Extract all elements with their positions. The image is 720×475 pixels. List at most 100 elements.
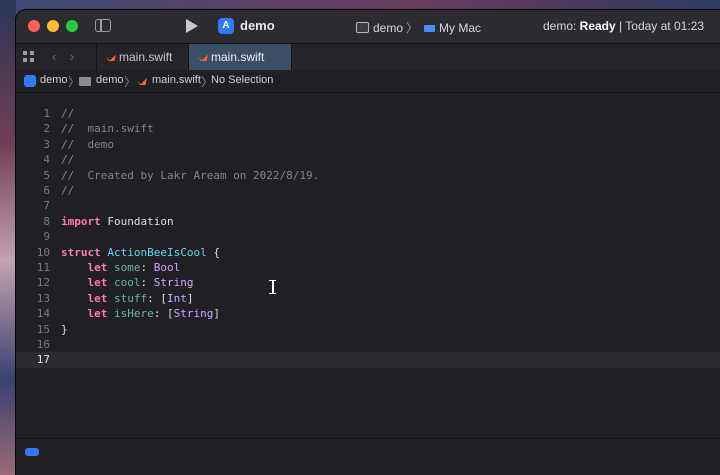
code-token: ] — [213, 307, 220, 321]
related-items-grid-icon[interactable] — [23, 51, 34, 62]
debug-bar — [16, 438, 720, 475]
code-text: let stuff: [Int] — [61, 291, 194, 306]
line-number: 3 — [43, 137, 50, 151]
code-line[interactable]: 5 // Created by Lakr Aream on 2022/8/19. — [16, 168, 720, 183]
code-line[interactable]: 3 // demo — [16, 137, 720, 152]
code-text: // — [61, 106, 74, 121]
code-text: // Created by Lakr Aream on 2022/8/19. — [61, 168, 319, 183]
run-button[interactable] — [186, 19, 198, 33]
code-line[interactable]: 13 let stuff: [Int] — [16, 291, 720, 306]
code-token: // demo — [61, 137, 114, 151]
code-line[interactable]: 17 — [16, 352, 720, 368]
line-number: 13 — [36, 291, 50, 305]
code-text: let cool: String — [61, 275, 194, 290]
tab-label: main.swift — [119, 50, 173, 64]
navigate-back-icon[interactable]: ‹ — [52, 49, 56, 64]
xcode-window: A demo demo 〉 My Mac demo: Ready | Today a… — [16, 10, 720, 475]
code-token: : — [140, 276, 154, 290]
tab-main-swift-2-active[interactable]: main.swift — [188, 44, 292, 70]
navigate-forward-icon[interactable]: › — [70, 49, 74, 64]
code-line[interactable]: 4 // — [16, 152, 720, 167]
tab-bar: ‹ › main.swift main.swift — [16, 43, 720, 71]
status-state: Ready — [579, 19, 616, 33]
debug-area-toggle-icon[interactable] — [25, 448, 39, 456]
code-text: // — [61, 152, 74, 167]
scheme-app-icon: A — [218, 18, 234, 34]
code-line[interactable]: 2 // main.swift — [16, 121, 720, 136]
line-number: 5 — [43, 168, 50, 182]
tab-main-swift-1[interactable]: main.swift — [96, 44, 188, 70]
code-token: some — [114, 261, 141, 274]
code-line[interactable]: 7 — [16, 198, 720, 213]
zoom-window-button[interactable] — [66, 20, 78, 32]
chevron-right-icon: 〉 — [406, 21, 419, 35]
jumpbar-group[interactable]: demo — [96, 74, 124, 86]
desktop-wallpaper — [0, 0, 16, 475]
line-number: 8 — [43, 214, 50, 228]
line-number: 17 — [36, 353, 50, 367]
code-text: let isHere: [String] — [61, 306, 221, 321]
code-line[interactable]: 16 — [16, 337, 720, 352]
status-prefix: demo: — [542, 19, 580, 33]
jumpbar-file[interactable]: main.swift — [152, 74, 201, 86]
close-window-button[interactable] — [28, 20, 40, 32]
line-number: 14 — [36, 307, 50, 321]
source-editor[interactable]: 1 // 2 // main.swift 3 // demo 4 // 5 // Created … — [16, 93, 720, 435]
ibeam-cursor-icon — [269, 280, 276, 294]
code-line[interactable]: 6 // — [16, 183, 720, 198]
jumpbar-project[interactable]: demo — [40, 74, 68, 86]
code-line[interactable]: 1 // — [16, 106, 720, 121]
code-line[interactable]: 9 — [16, 229, 720, 244]
code-line[interactable]: 15} — [16, 322, 720, 337]
line-number: 15 — [36, 322, 50, 336]
code-token: struct — [61, 245, 101, 259]
line-number: 9 — [43, 230, 50, 244]
code-token: cool — [114, 276, 141, 290]
destination-device: My Mac — [439, 21, 482, 35]
code-token: Int — [167, 291, 187, 305]
mac-icon — [424, 25, 436, 32]
code-line[interactable]: 8 import Foundation — [16, 214, 720, 229]
code-line[interactable]: 11 let some: Bool — [16, 260, 720, 275]
code-token: : [ — [147, 291, 167, 305]
code-token: { — [206, 245, 220, 259]
code-token: // Created by Lakr Aream on 2022/8/19. — [61, 168, 320, 182]
code-token: // — [61, 153, 75, 167]
code-line[interactable]: 14 let isHere: [String] — [16, 306, 720, 321]
run-destination[interactable]: demo 〉 My Mac — [356, 19, 481, 36]
code-token: ActionBeeIsCool — [107, 245, 207, 259]
jumpbar-selection[interactable]: No Selection — [211, 74, 273, 86]
swift-file-icon — [137, 77, 147, 85]
code-token: } — [61, 322, 68, 336]
swift-file-icon — [198, 52, 208, 62]
minimize-window-button[interactable] — [47, 20, 59, 32]
code-text: // — [61, 183, 74, 198]
navigator-toggle-icon[interactable] — [95, 19, 111, 32]
code-token: let — [87, 291, 108, 305]
code-line[interactable]: 12 let cool: String — [16, 275, 720, 290]
scheme-title[interactable]: demo — [240, 18, 275, 33]
terminal-icon — [356, 22, 369, 33]
code-text: let some: Bool — [61, 260, 181, 275]
code-token: Bool — [153, 261, 181, 274]
code-token: : — [140, 261, 154, 274]
jumpbar-chevron-icon: 〉 — [124, 75, 137, 89]
code-token: String — [173, 307, 214, 321]
line-number: 1 — [43, 107, 50, 120]
code-line[interactable]: 10 struct ActionBeeIsCool { — [16, 245, 720, 260]
destination-scheme: demo — [373, 21, 404, 35]
code-text: // main.swift — [61, 121, 154, 136]
code-text: import Foundation — [61, 214, 174, 229]
code-text: // demo — [61, 137, 114, 152]
code-token: let — [87, 261, 108, 274]
code-token: // main.swift — [61, 122, 154, 136]
line-number: 16 — [36, 338, 50, 351]
activity-status: demo: Ready | Today at 01:23 — [543, 19, 704, 33]
